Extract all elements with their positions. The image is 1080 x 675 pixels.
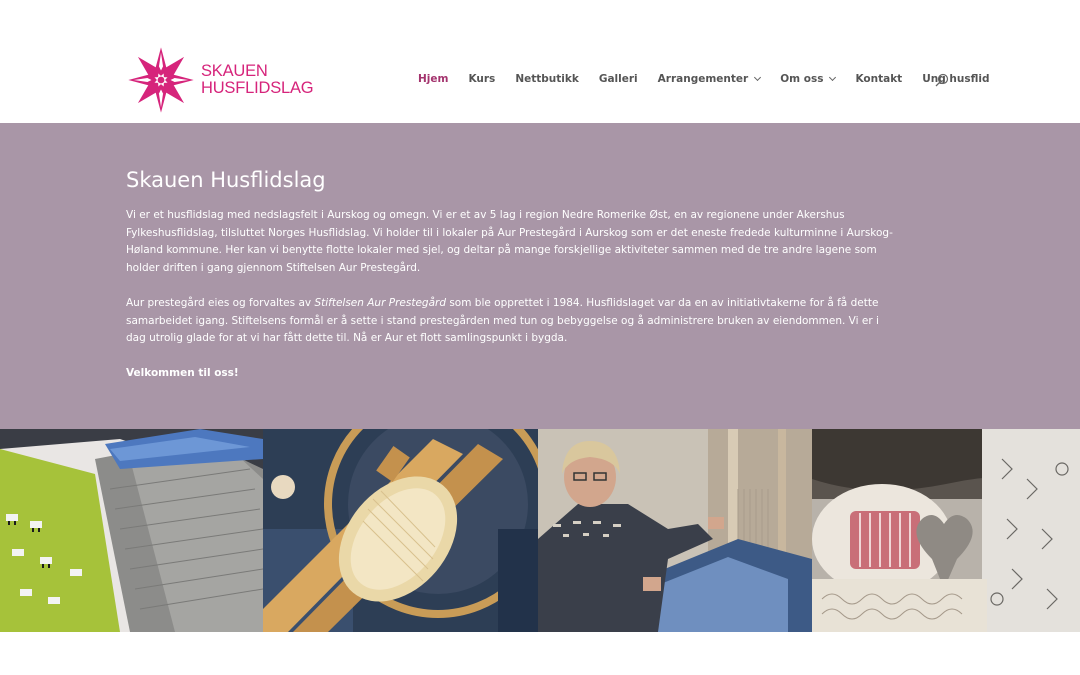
- intro-paragraph-1: Vi er et husflidslag med nedslagsfelt i …: [126, 209, 893, 274]
- nav-label: Ung husflid: [922, 73, 990, 85]
- nav-label: Hjem: [418, 73, 449, 85]
- chevron-down-icon: [829, 73, 837, 82]
- main-nav: Hjem Kurs Nettbutikk Galleri Arrangement…: [418, 73, 1009, 85]
- spinning-wheel-image[interactable]: [263, 429, 538, 632]
- brand-line-1: SKAUEN: [201, 62, 268, 80]
- nav-item-kurs[interactable]: Kurs: [468, 73, 495, 85]
- nav-item-galleri[interactable]: Galleri: [599, 73, 638, 85]
- brand-name: SKAUEN HUSFLIDSLAG: [201, 62, 314, 97]
- welcome-text: Velkommen til oss!: [126, 365, 896, 383]
- nav-item-arrangementer[interactable]: Arrangementer: [657, 73, 762, 85]
- intro-paragraph-2: Aur prestegård eies og forvaltes av Stif…: [126, 295, 896, 348]
- nav-label: Arrangementer: [657, 73, 749, 85]
- nav-label: Kurs: [468, 73, 496, 85]
- paragraph-text: Aur prestegård eies og forvaltes av: [126, 296, 315, 309]
- nav-item-om-oss[interactable]: Om oss: [780, 73, 837, 85]
- nav-item-ung-husflid[interactable]: Ung husflid: [922, 73, 989, 85]
- intro-text: Vi er et husflidslag med nedslagsfelt i …: [126, 207, 896, 401]
- site-logo[interactable]: SKAUEN HUSFLIDSLAG: [127, 46, 314, 114]
- nav-item-nettbutikk[interactable]: Nettbutikk: [515, 73, 579, 85]
- knitted-textiles-image[interactable]: [0, 429, 263, 632]
- chevron-down-icon: [754, 73, 762, 82]
- site-header: SKAUEN HUSFLIDSLAG Hjem Kurs Nettbutikk …: [0, 0, 1080, 123]
- nav-label: Om oss: [780, 73, 824, 85]
- nav-label: Galleri: [598, 73, 638, 85]
- page-title: Skauen Husflidslag: [126, 168, 326, 192]
- intro-section: Skauen Husflidslag Vi er et husflidslag …: [0, 123, 1080, 429]
- welcome-strong: Velkommen til oss!: [126, 367, 239, 380]
- sheepskin-cushions-image[interactable]: [812, 429, 1080, 632]
- nav-label: Nettbutikk: [515, 73, 579, 85]
- foundation-name: Stiftelsen Aur Prestegård: [314, 296, 446, 309]
- search-icon[interactable]: [935, 73, 949, 87]
- nav-item-hjem[interactable]: Hjem: [418, 73, 448, 85]
- brand-line-2: HUSFLIDSLAG: [201, 79, 314, 97]
- nav-label: Kontakt: [855, 73, 903, 85]
- eight-point-star-icon: [128, 47, 194, 113]
- nav-item-kontakt[interactable]: Kontakt: [855, 73, 902, 85]
- image-gallery: [0, 429, 1080, 632]
- weaver-at-loom-image[interactable]: [538, 429, 812, 632]
